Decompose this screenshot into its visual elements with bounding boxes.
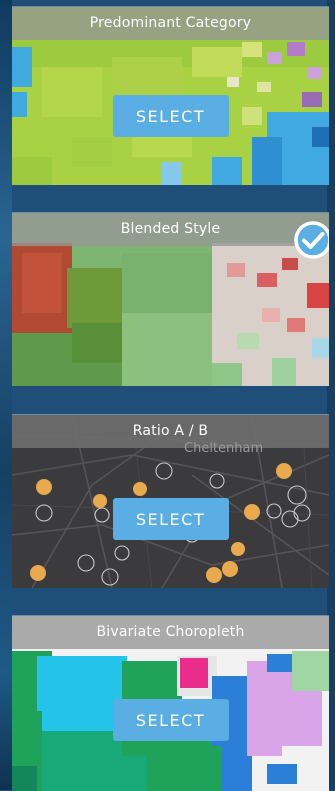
card-title: Bivariate Choropleth <box>12 616 329 649</box>
selected-check-icon <box>294 221 329 259</box>
select-button-predominant-category[interactable]: SELECT <box>112 95 229 137</box>
card-title: Blended Style <box>12 213 329 246</box>
card-bivariate-choropleth[interactable]: Bivariate Choropleth SELECT <box>12 615 329 791</box>
map-place-label: Cheltenham <box>184 441 264 456</box>
card-blended-style[interactable]: Blended Style <box>12 212 329 386</box>
background-left <box>0 0 12 790</box>
select-button-ratio[interactable]: SELECT <box>112 498 229 540</box>
card-title: Predominant Category <box>12 7 329 40</box>
select-button-bivariate-choropleth[interactable]: SELECT <box>112 699 229 741</box>
card-title: Ratio A / B <box>12 415 329 448</box>
card-predominant-category[interactable]: Predominant Category SELECT <box>12 6 329 185</box>
card-ratio-a-b[interactable]: Ratio A / B Cheltenham SELECT <box>12 414 329 588</box>
